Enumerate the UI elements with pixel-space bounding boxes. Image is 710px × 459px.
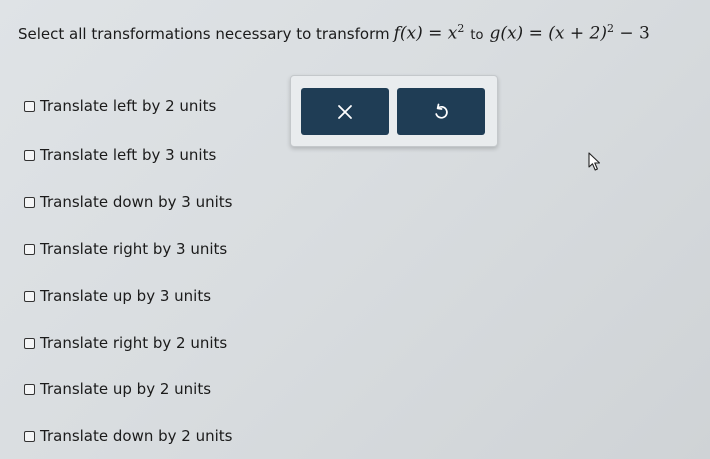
option-label: Translate right by 3 units <box>40 240 228 258</box>
checkbox[interactable] <box>24 430 35 442</box>
drawing-toolbar <box>290 75 498 147</box>
checkbox[interactable] <box>24 149 35 161</box>
option-translate-down-3[interactable]: Translate down by 3 units <box>24 193 232 211</box>
checkbox[interactable] <box>24 383 35 395</box>
close-icon <box>338 104 352 119</box>
question-text: Select all transformations necessary to … <box>18 22 650 44</box>
option-label: Translate down by 3 units <box>40 193 233 211</box>
option-label: Translate left by 3 units <box>40 146 217 164</box>
option-label: Translate up by 2 units <box>40 380 212 398</box>
option-label: Translate left by 2 units <box>40 97 217 115</box>
option-label: Translate down by 2 units <box>40 427 233 445</box>
mouse-cursor-icon <box>588 152 601 171</box>
option-translate-left-2[interactable]: Translate left by 2 units <box>24 97 216 115</box>
f-expression: f(x) = x2 <box>393 22 465 44</box>
undo-button[interactable] <box>397 88 485 135</box>
to-word: to <box>470 27 484 43</box>
checkbox[interactable] <box>24 196 35 208</box>
option-translate-right-3[interactable]: Translate right by 3 units <box>24 240 227 258</box>
option-translate-right-2[interactable]: Translate right by 2 units <box>24 334 227 352</box>
option-translate-up-3[interactable]: Translate up by 3 units <box>24 287 211 305</box>
checkbox[interactable] <box>24 337 35 349</box>
option-translate-up-2[interactable]: Translate up by 2 units <box>24 380 211 398</box>
undo-icon <box>435 103 448 119</box>
checkbox[interactable] <box>24 290 35 302</box>
g-expression: g(x) = (x + 2)2 − 3 <box>489 22 650 44</box>
question-prompt: Select all transformations necessary to … <box>18 24 390 43</box>
option-translate-left-3[interactable]: Translate left by 3 units <box>24 146 216 164</box>
option-label: Translate right by 2 units <box>40 334 228 352</box>
option-label: Translate up by 3 units <box>40 287 212 305</box>
checkbox[interactable] <box>24 243 35 255</box>
clear-button[interactable] <box>301 88 389 135</box>
option-translate-down-2[interactable]: Translate down by 2 units <box>24 427 232 445</box>
checkbox[interactable] <box>24 100 35 112</box>
